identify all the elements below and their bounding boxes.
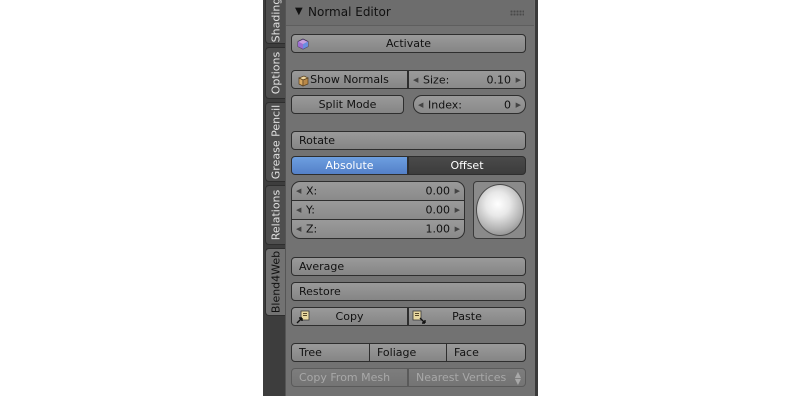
increment-arrow-icon[interactable]: ▶ <box>455 206 460 214</box>
tab-options[interactable]: Options <box>265 47 285 99</box>
restore-button[interactable]: Restore <box>291 282 526 301</box>
y-field[interactable]: ◀ Y: 0.00 ▶ <box>291 200 465 220</box>
size-field[interactable]: ◀ Size: 0.10 ▶ <box>408 70 526 89</box>
tab-blend4web[interactable]: Blend4Web <box>265 248 285 316</box>
face-button[interactable]: Face <box>446 343 526 362</box>
tab-relations[interactable]: Relations <box>265 185 285 245</box>
nearest-vertices-dropdown[interactable]: Nearest Vertices ▲ ▼ <box>408 368 526 387</box>
decrement-arrow-icon[interactable]: ◀ <box>296 187 301 195</box>
increment-arrow-icon[interactable]: ▶ <box>455 187 460 195</box>
decrement-arrow-icon[interactable]: ◀ <box>413 76 418 84</box>
paste-button[interactable]: Paste <box>408 307 526 326</box>
copy-from-mesh-button[interactable]: Copy From Mesh <box>291 368 408 387</box>
index-field[interactable]: ◀ Index: 0 ▶ <box>413 95 526 114</box>
cube-icon <box>297 38 309 50</box>
increment-arrow-icon[interactable]: ▶ <box>516 76 521 84</box>
decrement-arrow-icon[interactable]: ◀ <box>418 101 423 109</box>
increment-arrow-icon[interactable]: ▶ <box>516 101 521 109</box>
tree-button[interactable]: Tree <box>291 343 370 362</box>
normal-sphere-icon[interactable] <box>476 184 524 236</box>
x-field[interactable]: ◀ X: 0.00 ▶ <box>291 181 465 201</box>
z-field[interactable]: ◀ Z: 1.00 ▶ <box>291 219 465 239</box>
activate-button[interactable]: Activate <box>291 34 526 53</box>
decrement-arrow-icon[interactable]: ◀ <box>296 225 301 233</box>
average-button[interactable]: Average <box>291 257 526 276</box>
drag-grip-icon[interactable] <box>510 10 524 16</box>
show-normals-button[interactable]: Show Normals <box>291 70 408 89</box>
offset-toggle[interactable]: Offset <box>408 156 526 175</box>
paste-icon <box>412 310 426 324</box>
decrement-arrow-icon[interactable]: ◀ <box>296 206 301 214</box>
split-mode-button[interactable]: Split Mode <box>291 95 404 114</box>
copy-button[interactable]: Copy <box>291 307 408 326</box>
panel-title: Normal Editor <box>308 5 391 19</box>
tab-shading[interactable]: Shading <box>265 0 285 44</box>
collapse-triangle-icon[interactable]: ▼ <box>295 6 303 17</box>
panel-border <box>535 0 538 396</box>
updown-arrows-icon: ▲ ▼ <box>514 370 521 386</box>
foliage-button[interactable]: Foliage <box>369 343 447 362</box>
absolute-toggle[interactable]: Absolute <box>291 156 408 175</box>
tab-grease-pencil[interactable]: Grease Pencil <box>265 102 285 182</box>
rotate-button[interactable]: Rotate <box>291 131 526 150</box>
increment-arrow-icon[interactable]: ▶ <box>455 225 460 233</box>
copy-icon <box>296 310 310 324</box>
box-icon <box>298 75 309 87</box>
